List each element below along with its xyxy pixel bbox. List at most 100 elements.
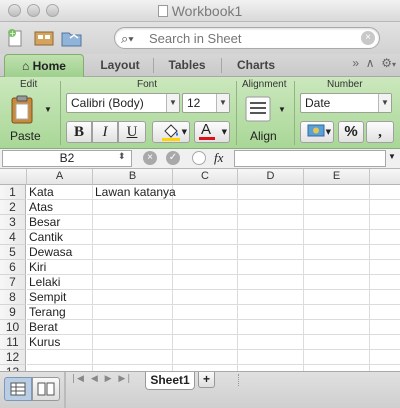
cell-d[interactable]	[238, 185, 304, 200]
comma-style-button[interactable]: ,	[366, 121, 394, 143]
underline-button[interactable]: U	[118, 121, 146, 143]
cell-c[interactable]	[173, 185, 238, 200]
cell-e[interactable]	[304, 200, 370, 215]
cell-e[interactable]	[304, 350, 370, 365]
cell-c[interactable]	[173, 320, 238, 335]
paste-button[interactable]: ▼ Paste	[8, 95, 56, 145]
confirm-icon[interactable]: ✓	[166, 151, 180, 165]
cell-a[interactable]: Cantik	[27, 230, 93, 245]
cell-overflow[interactable]	[370, 260, 400, 275]
column-header-overflow[interactable]	[370, 169, 400, 185]
cell-a[interactable]	[27, 350, 93, 365]
select-all-corner[interactable]	[0, 169, 27, 185]
font-size-select[interactable]: 12 ▼	[182, 93, 230, 113]
cell-overflow[interactable]	[370, 335, 400, 350]
cell-b[interactable]	[93, 275, 173, 290]
row-header[interactable]: 3	[0, 215, 26, 230]
cell-c[interactable]	[173, 230, 238, 245]
row-header[interactable]: 8	[0, 290, 26, 305]
cell-a[interactable]: Terang	[27, 305, 93, 320]
cell-c[interactable]	[173, 200, 238, 215]
row-header[interactable]: 9	[0, 305, 26, 320]
cell-e[interactable]	[304, 275, 370, 290]
cell-overflow[interactable]	[370, 275, 400, 290]
sheet-tab-sheet1[interactable]: Sheet1	[145, 372, 195, 390]
cell-b[interactable]	[93, 230, 173, 245]
tab-split-handle[interactable]	[238, 374, 241, 386]
column-header-e[interactable]: E	[304, 169, 370, 185]
cell-d[interactable]	[238, 245, 304, 260]
sheet-nav-arrows[interactable]: |◀ ◀ ▶ ▶|	[72, 374, 132, 384]
cell-b[interactable]	[93, 200, 173, 215]
spreadsheet-grid[interactable]: A B C D E 1 Kata Lawan katanya 2 Atas 3 Besar 4…	[0, 169, 400, 371]
cell-overflow[interactable]	[370, 230, 400, 245]
column-header-d[interactable]: D	[238, 169, 304, 185]
function-button[interactable]: fx	[214, 150, 223, 166]
name-box[interactable]: B2	[2, 150, 132, 167]
cell-overflow[interactable]	[370, 185, 400, 200]
column-header-a[interactable]: A	[27, 169, 93, 185]
formula-input[interactable]	[234, 150, 386, 167]
cell-a[interactable]: Kata	[27, 185, 93, 200]
open-folder-icon[interactable]	[60, 27, 84, 49]
currency-format-button[interactable]: ▼	[300, 121, 334, 143]
cell-a[interactable]: Berat	[27, 320, 93, 335]
cell-a[interactable]: Lelaki	[27, 275, 93, 290]
cell-d[interactable]	[238, 350, 304, 365]
cell-d[interactable]	[238, 290, 304, 305]
cell-d[interactable]	[238, 200, 304, 215]
italic-button[interactable]: I	[92, 121, 118, 143]
cell-a[interactable]: Sempit	[27, 290, 93, 305]
column-header-c[interactable]: C	[173, 169, 238, 185]
bold-button[interactable]: B	[66, 121, 92, 143]
cell-e[interactable]	[304, 215, 370, 230]
cell-e[interactable]	[304, 260, 370, 275]
cancel-icon[interactable]: ×	[143, 151, 157, 165]
cell-b[interactable]	[93, 245, 173, 260]
templates-icon[interactable]	[32, 27, 56, 49]
row-header[interactable]: 2	[0, 200, 26, 215]
cell-a[interactable]: Kurus	[27, 335, 93, 350]
cell-b[interactable]	[93, 320, 173, 335]
cell-d[interactable]	[238, 305, 304, 320]
formula-toggle-icon[interactable]	[192, 151, 206, 165]
cell-a[interactable]: Kiri	[27, 260, 93, 275]
cell-overflow[interactable]	[370, 200, 400, 215]
cell-a[interactable]: Dewasa	[27, 245, 93, 260]
column-header-b[interactable]: B	[93, 169, 173, 185]
cell-e[interactable]	[304, 320, 370, 335]
row-header[interactable]: 11	[0, 335, 26, 350]
normal-view-button[interactable]	[4, 377, 32, 401]
cell-overflow[interactable]	[370, 290, 400, 305]
tab-home[interactable]: ⌂ Home	[4, 54, 84, 77]
cell-e[interactable]	[304, 335, 370, 350]
cell-e[interactable]	[304, 230, 370, 245]
cell-overflow[interactable]	[370, 320, 400, 335]
cell-b[interactable]	[93, 215, 173, 230]
add-sheet-button[interactable]: +	[198, 372, 215, 388]
font-name-select[interactable]: Calibri (Body) ▼	[66, 93, 180, 113]
fill-color-button[interactable]: ▼	[152, 121, 190, 143]
cell-a[interactable]: Atas	[27, 200, 93, 215]
clear-search-icon[interactable]: ×	[361, 31, 375, 45]
cell-c[interactable]	[173, 275, 238, 290]
cell-d[interactable]	[238, 215, 304, 230]
new-document-icon[interactable]: +	[4, 27, 28, 49]
cell-c[interactable]	[173, 350, 238, 365]
cell-e[interactable]	[304, 245, 370, 260]
cell-c[interactable]	[173, 215, 238, 230]
row-header[interactable]: 6	[0, 260, 26, 275]
cell-d[interactable]	[238, 230, 304, 245]
cell-e[interactable]	[304, 305, 370, 320]
more-tabs-icon[interactable]: »	[352, 56, 359, 70]
cell-c[interactable]	[173, 245, 238, 260]
cell-d[interactable]	[238, 335, 304, 350]
cell-d[interactable]	[238, 260, 304, 275]
number-format-select[interactable]: Date ▼	[300, 93, 392, 113]
cell-b[interactable]	[93, 350, 173, 365]
cell-overflow[interactable]	[370, 305, 400, 320]
cell-c[interactable]	[173, 290, 238, 305]
tab-charts[interactable]: Charts	[223, 54, 289, 77]
row-header[interactable]: 5	[0, 245, 26, 260]
cell-c[interactable]	[173, 335, 238, 350]
